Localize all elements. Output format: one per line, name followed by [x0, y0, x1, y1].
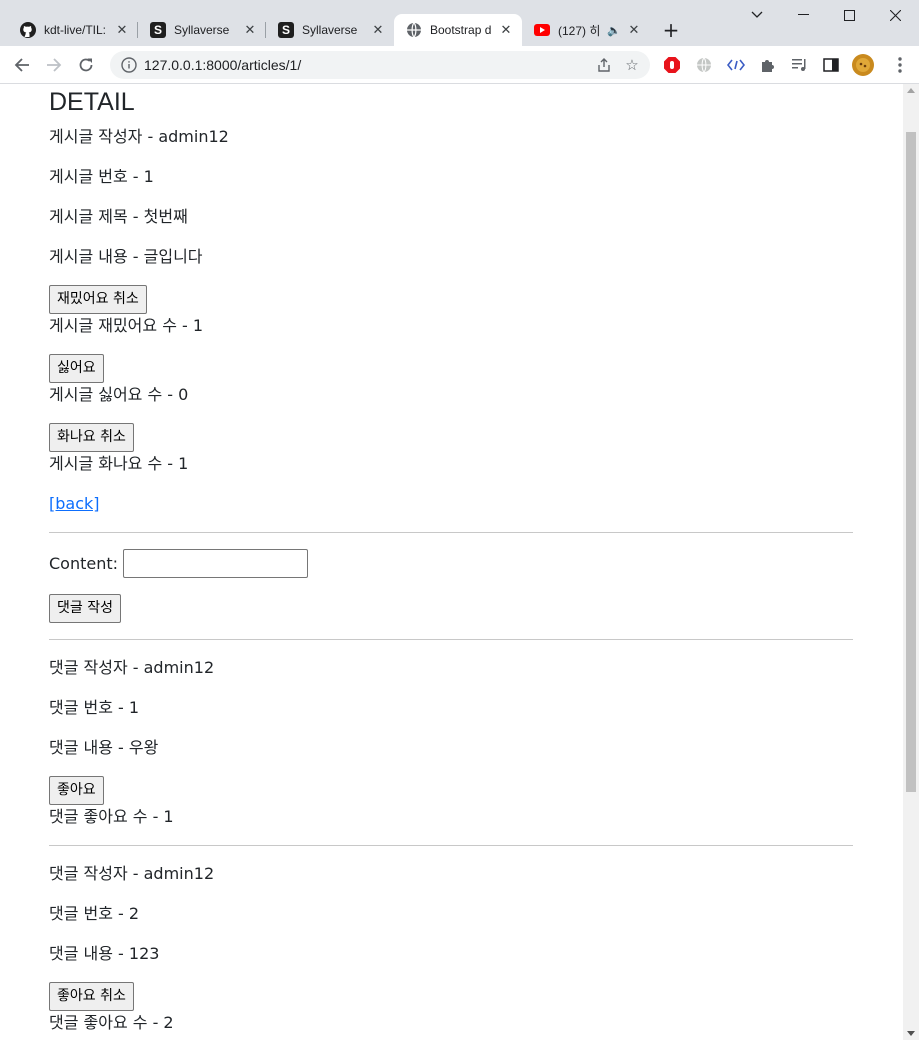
url-text: 127.0.0.1:8000/articles/1/ — [144, 57, 302, 73]
maximize-button[interactable] — [826, 0, 872, 30]
profile-avatar[interactable] — [852, 54, 874, 76]
close-tab-icon[interactable]: ✕ — [242, 22, 258, 38]
chevron-down-icon[interactable] — [734, 0, 780, 30]
github-icon — [20, 22, 36, 38]
tab-title: Syllaverse — [174, 23, 230, 37]
forward-icon[interactable] — [40, 51, 68, 79]
side-panel-icon[interactable] — [821, 55, 841, 75]
new-tab-button[interactable]: + — [658, 17, 684, 43]
dislike-count: 게시글 싫어요 수 - 0 — [49, 385, 189, 404]
syllaverse-icon: S — [150, 22, 166, 38]
minimize-button[interactable] — [780, 0, 826, 30]
comment-like-cancel-button[interactable]: 좋아요 취소 — [49, 982, 134, 1011]
angry-cancel-button[interactable]: 화나요 취소 — [49, 423, 134, 452]
comment-item: 댓글 작성자 - admin12 댓글 번호 - 1 댓글 내용 - 우왕 좋아… — [49, 656, 853, 829]
close-tab-icon[interactable]: ✕ — [114, 22, 130, 38]
scroll-up-arrow-icon[interactable] — [907, 88, 915, 93]
comment-like-count: 댓글 좋아요 수 - 1 — [49, 807, 174, 826]
close-tab-icon[interactable]: ✕ — [498, 22, 514, 38]
comment-content: 댓글 내용 - 우왕 — [49, 738, 159, 757]
kebab-menu-icon[interactable] — [890, 55, 910, 75]
reload-icon[interactable] — [72, 51, 100, 79]
tab-syllaverse-1[interactable]: S Syllaverse ✕ — [138, 14, 266, 46]
divider — [49, 532, 853, 533]
share-icon[interactable] — [590, 51, 618, 79]
dev-extension-icon[interactable] — [726, 55, 746, 75]
comment-submit-button[interactable]: 댓글 작성 — [49, 594, 121, 623]
comment-item: 댓글 작성자 - admin12 댓글 번호 - 2 댓글 내용 - 123 좋… — [49, 862, 853, 1035]
tab-title: (127) 히 — [558, 23, 601, 38]
comment-like-count: 댓글 좋아요 수 - 2 — [49, 1013, 174, 1032]
article-number: 게시글 번호 - 1 — [49, 167, 154, 186]
adblock-extension-icon[interactable] — [662, 55, 682, 75]
extensions-puzzle-icon[interactable] — [758, 55, 778, 75]
tab-bootstrap[interactable]: Bootstrap d ✕ — [394, 14, 522, 46]
tab-title: kdt-live/TIL: — [44, 23, 107, 37]
address-bar[interactable]: 127.0.0.1:8000/articles/1/ ☆ — [110, 51, 650, 79]
globe-extension-icon[interactable] — [694, 55, 714, 75]
article-content: 게시글 내용 - 글입니다 — [49, 247, 203, 266]
close-tab-icon[interactable]: ✕ — [370, 22, 386, 38]
content-label: Content: — [49, 553, 119, 573]
syllaverse-icon: S — [278, 22, 294, 38]
comment-number: 댓글 번호 - 1 — [49, 698, 140, 717]
tab-syllaverse-2[interactable]: S Syllaverse ✕ — [266, 14, 394, 46]
globe-icon — [406, 22, 422, 38]
page-scrollbar[interactable] — [903, 84, 919, 1040]
page-viewport: DETAIL 게시글 작성자 - admin12 게시글 번호 - 1 게시글 … — [0, 84, 903, 1040]
scroll-down-arrow-icon[interactable] — [907, 1031, 915, 1036]
media-queue-icon[interactable] — [790, 55, 810, 75]
comment-content: 댓글 내용 - 123 — [49, 944, 160, 963]
comment-number: 댓글 번호 - 2 — [49, 904, 140, 923]
close-tab-icon[interactable]: ✕ — [626, 22, 642, 38]
back-link[interactable]: [back] — [49, 494, 100, 513]
tab-strip: kdt-live/TIL: ✕ S Syllaverse ✕ S Syllave… — [0, 0, 919, 46]
page-title: DETAIL — [49, 88, 135, 116]
divider — [49, 639, 853, 640]
tab-title: Syllaverse — [302, 23, 358, 37]
tab-youtube[interactable]: (127) 히 🔈 ✕ — [522, 14, 650, 46]
content-input[interactable] — [123, 549, 309, 578]
browser-toolbar: 127.0.0.1:8000/articles/1/ ☆ — [0, 46, 919, 84]
back-icon[interactable] — [8, 51, 36, 79]
scrollbar-thumb[interactable] — [906, 132, 916, 792]
article-title: 게시글 제목 - 첫번째 — [49, 207, 188, 226]
fun-cancel-button[interactable]: 재밌어요 취소 — [49, 285, 147, 314]
bookmark-star-icon[interactable]: ☆ — [618, 51, 646, 79]
article-author: 게시글 작성자 - admin12 — [49, 127, 229, 146]
site-info-icon[interactable] — [120, 56, 138, 74]
fun-count: 게시글 재밌어요 수 - 1 — [49, 316, 204, 335]
speaker-icon[interactable]: 🔈 — [606, 22, 622, 38]
comment-author: 댓글 작성자 - admin12 — [49, 658, 215, 677]
divider — [49, 845, 853, 846]
angry-count: 게시글 화나요 수 - 1 — [49, 454, 189, 473]
close-window-button[interactable] — [872, 0, 918, 30]
tab-github[interactable]: kdt-live/TIL: ✕ — [8, 14, 138, 46]
dislike-button[interactable]: 싫어요 — [49, 354, 104, 383]
comment-author: 댓글 작성자 - admin12 — [49, 864, 215, 883]
tab-title: Bootstrap d — [430, 23, 492, 37]
youtube-icon — [534, 22, 550, 38]
comment-like-button[interactable]: 좋아요 — [49, 776, 104, 805]
comment-form: Content: — [49, 549, 853, 578]
article-detail: DETAIL 게시글 작성자 - admin12 게시글 번호 - 1 게시글 … — [49, 84, 853, 1040]
